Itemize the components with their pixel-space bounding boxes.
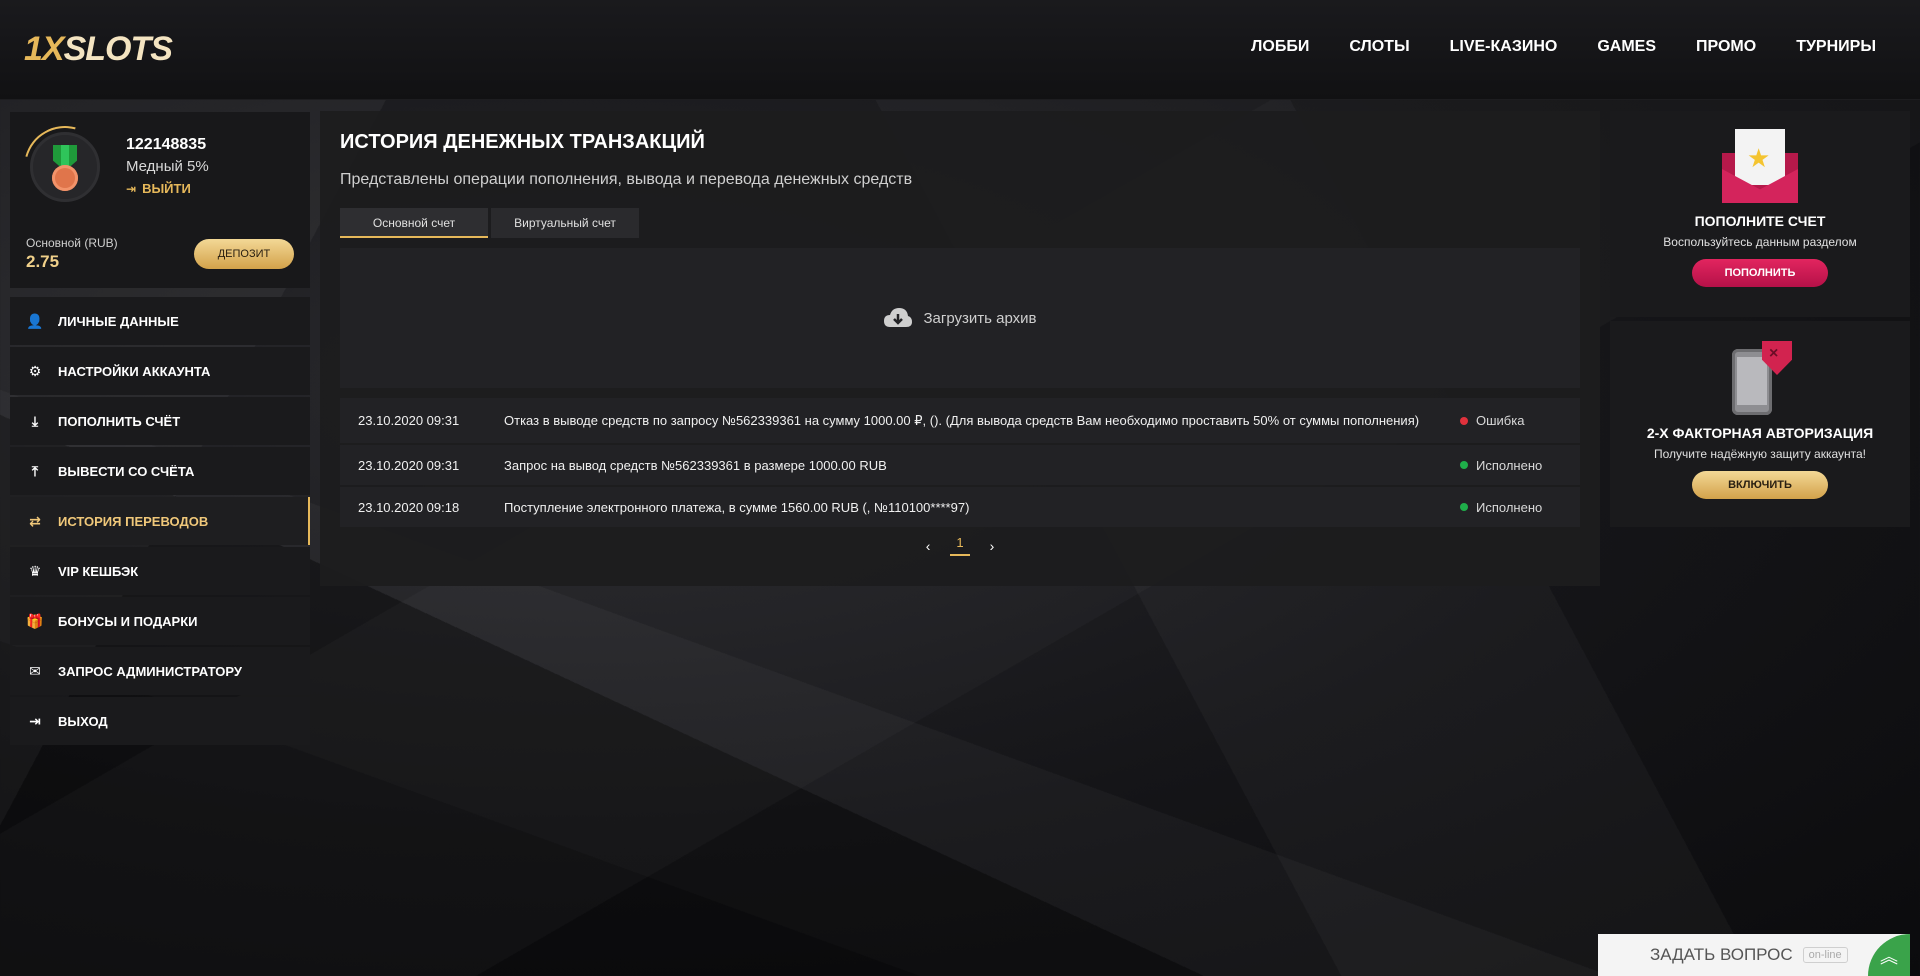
account-id: 122148835 [126, 136, 207, 153]
gears-icon: ⚙ [28, 362, 42, 379]
menu-item-personal-data[interactable]: 👤 ЛИЧНЫЕ ДАННЫЕ [10, 297, 310, 345]
menu-item-label: ЗАПРОС АДМИНИСТРАТОРУ [58, 663, 242, 679]
status-label: Исполнено [1476, 499, 1543, 515]
page-number-current[interactable]: 1 [950, 535, 970, 556]
support-chat-button[interactable]: ЗАДАТЬ ВОПРОС on-line ︽ [1598, 934, 1910, 976]
tx-description: Поступление электронного платежа, в сумм… [504, 499, 970, 515]
exchange-icon: ⇄ [29, 512, 41, 529]
tx-date: 23.10.2020 09:31 [358, 457, 460, 473]
tx-date: 23.10.2020 09:18 [358, 499, 460, 515]
tx-description: Отказ в выводе средств по запросу №56233… [504, 413, 1420, 428]
header: 1XSLOTS ЛОББИ СЛОТЫ LIVE-КАЗИНО GAMES ПР… [0, 0, 1920, 100]
crown-icon: ♛ [28, 562, 42, 579]
online-badge: on-line [1802, 947, 1848, 963]
envelope-icon: ✉ [29, 662, 41, 679]
chevron-up-icon[interactable]: ︽ [1868, 934, 1910, 976]
logo-mark: 1X [24, 30, 65, 68]
status-label: Ошибка [1476, 413, 1525, 428]
menu-item-deposit[interactable]: ⤓ ПОПОЛНИТЬ СЧЁТ [10, 397, 310, 445]
menu-item-label: НАСТРОЙКИ АККАУНТА [58, 363, 211, 379]
table-row: 23.10.2020 09:31 Запрос на вывод средств… [340, 445, 1580, 485]
two-factor-card-desc: Получите надёжную защиту аккаунта! [1653, 447, 1866, 461]
menu-item-vip-cashback[interactable]: ♛ VIP КЕШБЭК [10, 547, 310, 595]
balance-label: Основной (RUB) [26, 236, 118, 250]
menu-item-label: БОНУСЫ И ПОДАРКИ [58, 613, 198, 629]
menu-item-admin-request[interactable]: ✉ ЗАПРОС АДМИНИСТРАТОРУ [10, 647, 310, 695]
transactions-table: 23.10.2020 09:31 Отказ в выводе средств … [340, 398, 1580, 529]
menu-item-label: ВЫХОД [58, 713, 108, 729]
menu-item-exit[interactable]: ⇥ ВЫХОД [10, 697, 310, 745]
nav-lobby[interactable]: ЛОББИ [1251, 38, 1309, 56]
sign-out-icon: ⇥ [29, 712, 41, 729]
table-row: 23.10.2020 09:18 Поступление электронног… [340, 487, 1580, 527]
status-label: Исполнено [1476, 457, 1543, 473]
tx-status: Исполнено [1460, 500, 1580, 515]
tab-virtual-account[interactable]: Виртуальный счет [491, 208, 639, 238]
menu-item-account-settings[interactable]: ⚙ НАСТРОЙКИ АККАУНТА [10, 347, 310, 395]
menu-item-label: ПОПОЛНИТЬ СЧЁТ [58, 413, 181, 429]
transactions-panel: ИСТОРИЯ ДЕНЕЖНЫХ ТРАНЗАКЦИЙ Представлены… [320, 111, 1600, 586]
logout-label: ВЫЙТИ [142, 181, 191, 196]
page-subtitle: Представлены операции пополнения, вывода… [340, 171, 913, 188]
deposit-card-desc: Воспользуйтесь данным разделом [1663, 235, 1857, 249]
deposit-promo-card: ★ ПОПОЛНИТЕ СЧЕТ Воспользуйтесь данным р… [1610, 111, 1910, 317]
tab-main-account[interactable]: Основной счет [340, 208, 488, 238]
chat-label: ЗАДАТЬ ВОПРОС [1650, 945, 1793, 964]
menu-item-label: ВЫВЕСТИ СО СЧЁТА [58, 463, 195, 479]
status-dot-error [1460, 416, 1468, 425]
deposit-button[interactable]: ДЕПОЗИТ [194, 239, 294, 269]
download-archive-button[interactable]: Загрузить архив [340, 248, 1580, 388]
logout-link[interactable]: ⇥ ВЫЙТИ [126, 181, 191, 196]
menu-item-label: ЛИЧНЫЕ ДАННЫЕ [58, 313, 179, 329]
menu-item-label: ИСТОРИЯ ПЕРЕВОДОВ [58, 513, 209, 529]
profile-card: 122148835 Медный 5% ⇥ ВЫЙТИ Основной (RU… [8, 110, 310, 288]
tx-status: Исполнено [1460, 458, 1580, 473]
nav-promo[interactable]: ПРОМО [1696, 38, 1756, 56]
menu-item-withdraw[interactable]: ⤒ ВЫВЕСТИ СО СЧЁТА [10, 447, 310, 495]
archive-label: Загрузить архив [923, 309, 1037, 327]
page-title: ИСТОРИЯ ДЕНЕЖНЫХ ТРАНЗАКЦИЙ [340, 131, 705, 153]
cloud-download-icon [884, 308, 913, 327]
deposit-card-title: ПОПОЛНИТЕ СЧЕТ [1694, 213, 1826, 229]
nav-games[interactable]: GAMES [1597, 38, 1656, 56]
tx-description: Запрос на вывод средств №562339361 в раз… [504, 457, 887, 473]
two-factor-card: × 2-Х ФАКТОРНАЯ АВТОРИЗАЦИЯ Получите над… [1610, 321, 1910, 527]
medal-icon [52, 165, 78, 191]
gift-icon: 🎁 [26, 612, 44, 629]
menu-item-bonuses[interactable]: 🎁 БОНУСЫ И ПОДАРКИ [10, 597, 310, 645]
account-menu: 👤 ЛИЧНЫЕ ДАННЫЕ ⚙ НАСТРОЙКИ АККАУНТА ⤓ П… [10, 297, 310, 747]
account-level: Медный 5% [126, 158, 209, 175]
envelope-star-icon: ★ [1722, 129, 1798, 205]
chevron-right-icon[interactable]: › [990, 538, 995, 554]
tx-status: Ошибка [1460, 413, 1580, 428]
menu-item-transfer-history[interactable]: ⇄ ИСТОРИЯ ПЕРЕВОДОВ [10, 497, 310, 545]
pagination: ‹ 1 › [320, 535, 1600, 556]
nav-live-casino[interactable]: LIVE-КАЗИНО [1450, 38, 1558, 56]
avatar [30, 132, 100, 202]
tx-date: 23.10.2020 09:31 [358, 413, 460, 428]
upload-icon: ⤒ [31, 462, 39, 479]
main-nav: ЛОББИ СЛОТЫ LIVE-КАЗИНО GAMES ПРОМО ТУРН… [1251, 38, 1876, 56]
status-dot-success [1460, 503, 1468, 511]
balance-value: 2.75 [26, 252, 60, 271]
top-up-button[interactable]: ПОПОЛНИТЬ [1692, 259, 1828, 287]
user-plus-icon: 👤 [26, 312, 44, 329]
nav-slots[interactable]: СЛОТЫ [1349, 38, 1409, 56]
nav-tournaments[interactable]: ТУРНИРЫ [1796, 38, 1876, 56]
table-row: 23.10.2020 09:31 Отказ в выводе средств … [340, 398, 1580, 443]
two-factor-card-title: 2-Х ФАКТОРНАЯ АВТОРИЗАЦИЯ [1646, 425, 1874, 441]
chevron-left-icon[interactable]: ‹ [926, 538, 931, 554]
account-tabs: Основной счет Виртуальный счет [340, 208, 642, 238]
phone-shield-icon: × [1722, 341, 1798, 417]
download-icon: ⤓ [31, 412, 39, 429]
logo-text: SLOTS [63, 30, 173, 68]
status-dot-success [1460, 461, 1468, 469]
enable-2fa-button[interactable]: ВКЛЮЧИТЬ [1692, 471, 1828, 499]
menu-item-label: VIP КЕШБЭК [58, 563, 139, 579]
sign-out-icon: ⇥ [126, 181, 137, 196]
logo[interactable]: 1XSLOTS [24, 30, 173, 69]
